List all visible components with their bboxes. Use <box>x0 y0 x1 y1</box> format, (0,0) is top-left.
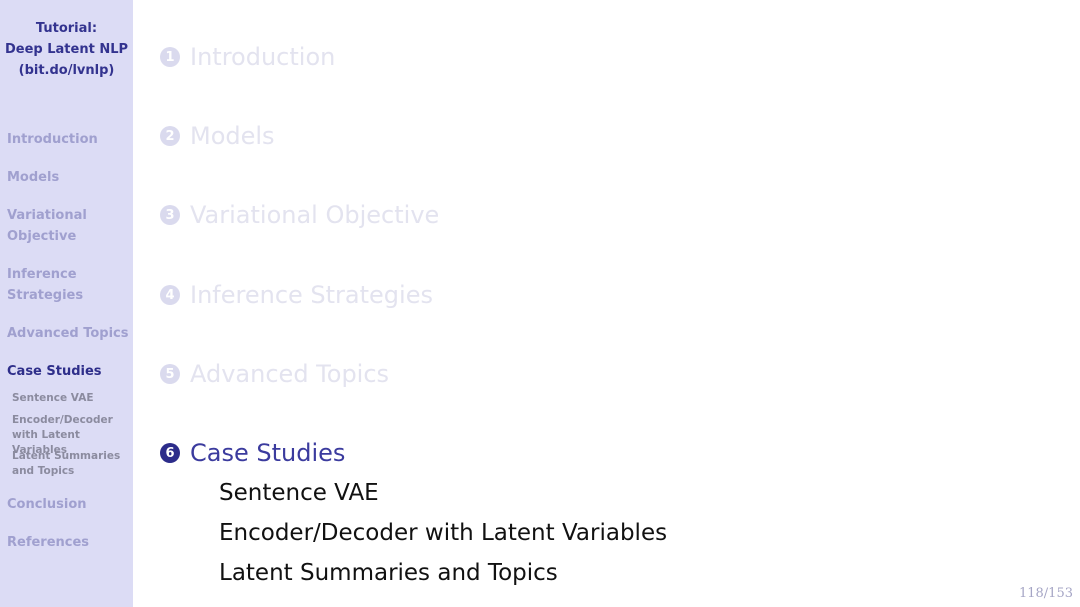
sidebar-item-introduction[interactable]: Introduction <box>7 129 98 150</box>
toc-item-label: Inference Strategies <box>190 281 433 309</box>
presentation-title[interactable]: Tutorial: Deep Latent NLP (bit.do/lvnlp) <box>0 18 133 81</box>
toc-subitem-encoder-decoder[interactable]: Encoder/Decoder with Latent Variables <box>219 520 667 546</box>
number-6-icon: 6 <box>160 443 180 463</box>
number-3-icon: 3 <box>160 205 180 225</box>
sidebar-subitem-sentence-vae[interactable]: Sentence VAE <box>12 391 94 406</box>
toc-item-label: Case Studies <box>190 439 346 467</box>
title-line: (bit.do/lvnlp) <box>18 63 115 78</box>
title-line: Deep Latent NLP <box>4 42 129 57</box>
sidebar-item-advanced-topics[interactable]: Advanced Topics <box>7 323 129 344</box>
toc-subitem-sentence-vae[interactable]: Sentence VAE <box>219 480 379 506</box>
toc-item-case-studies[interactable]: 6 Case Studies <box>160 439 345 467</box>
toc-item-label: Variational Objective <box>190 201 440 229</box>
sidebar-item-references[interactable]: References <box>7 532 89 553</box>
sidebar-item-inference-strategies[interactable]: Inference Strategies <box>7 264 97 306</box>
toc-item-introduction[interactable]: 1 Introduction <box>160 43 335 71</box>
sidebar-item-case-studies[interactable]: Case Studies <box>7 361 102 382</box>
sidebar-item-models[interactable]: Models <box>7 167 59 188</box>
number-2-icon: 2 <box>160 126 180 146</box>
toc-item-label: Models <box>190 122 275 150</box>
toc-item-variational-objective[interactable]: 3 Variational Objective <box>160 201 439 229</box>
toc-item-models[interactable]: 2 Models <box>160 122 275 150</box>
title-line: Tutorial: <box>35 21 98 36</box>
toc-item-label: Introduction <box>190 43 336 71</box>
number-5-icon: 5 <box>160 364 180 384</box>
sidebar-item-variational-objective[interactable]: Variational Objective <box>7 205 97 247</box>
number-4-icon: 4 <box>160 285 180 305</box>
sidebar-navigation: Tutorial: Deep Latent NLP (bit.do/lvnlp)… <box>0 0 133 607</box>
sidebar-item-conclusion[interactable]: Conclusion <box>7 494 87 515</box>
toc-subitem-latent-summaries[interactable]: Latent Summaries and Topics <box>219 560 558 586</box>
toc-item-advanced-topics[interactable]: 5 Advanced Topics <box>160 360 389 388</box>
toc-item-label: Advanced Topics <box>190 360 390 388</box>
sidebar-subitem-latent-summaries[interactable]: Latent Summaries and Topics <box>12 449 122 479</box>
number-1-icon: 1 <box>160 47 180 67</box>
page-number: 118/153 <box>1018 586 1073 601</box>
toc-item-inference-strategies[interactable]: 4 Inference Strategies <box>160 281 433 309</box>
